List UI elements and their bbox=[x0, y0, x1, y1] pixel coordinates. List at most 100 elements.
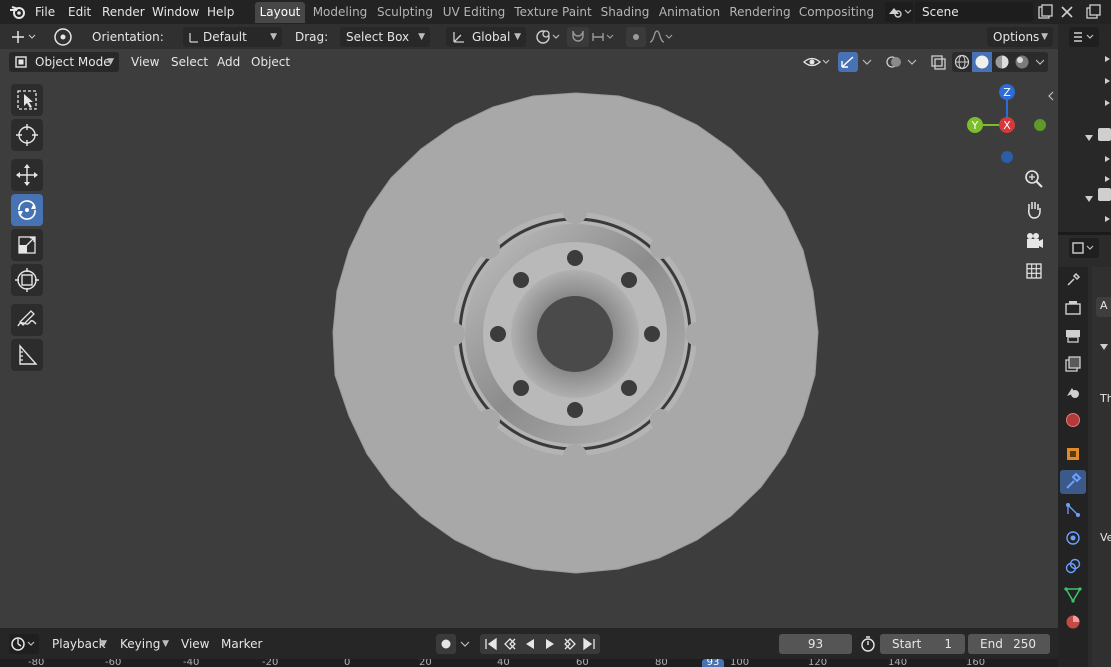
outliner-collapse-icon[interactable] bbox=[1085, 192, 1093, 206]
gizmo-menu-chevron-icon[interactable] bbox=[859, 52, 875, 72]
outliner-expand-icon[interactable] bbox=[1104, 152, 1111, 166]
delete-scene-icon[interactable] bbox=[1058, 3, 1076, 21]
auto-keying-icon[interactable] bbox=[436, 634, 456, 654]
menu-select[interactable]: Select bbox=[171, 52, 208, 72]
transform-pivot-icon[interactable] bbox=[9, 27, 39, 47]
render-tab-icon[interactable] bbox=[1063, 298, 1083, 321]
outliner-expand-icon[interactable] bbox=[1104, 212, 1111, 226]
visibility-eye-icon[interactable] bbox=[802, 52, 832, 72]
perspective-grid-icon[interactable] bbox=[1020, 257, 1048, 285]
timeline-marker-menu[interactable]: Marker bbox=[221, 634, 262, 654]
shading-rendered-icon[interactable] bbox=[1012, 52, 1032, 72]
object-tab-icon[interactable] bbox=[1063, 444, 1083, 467]
collection-icon[interactable] bbox=[1098, 128, 1111, 141]
tab-compositing[interactable]: Compositing bbox=[798, 2, 875, 23]
transform-tool-icon[interactable] bbox=[11, 264, 43, 296]
tab-shading[interactable]: Shading bbox=[598, 2, 652, 23]
overlays-toggle-icon[interactable] bbox=[884, 52, 904, 72]
view-layer-tab-icon[interactable] bbox=[1063, 354, 1083, 377]
playhead-frame-badge[interactable]: 93 bbox=[702, 659, 724, 667]
outliner-editor-type-icon[interactable] bbox=[1069, 27, 1099, 47]
keying-set-chevron-icon[interactable] bbox=[458, 634, 472, 654]
data-tab-icon[interactable] bbox=[1063, 584, 1083, 607]
xray-toggle-icon[interactable] bbox=[928, 52, 948, 72]
material-tab-icon[interactable] bbox=[1063, 612, 1083, 635]
sidebar-toggle-chevron-icon[interactable] bbox=[1046, 89, 1056, 103]
jump-keyframe-back-icon[interactable] bbox=[502, 636, 518, 655]
menu-edit[interactable]: Edit bbox=[68, 3, 91, 21]
properties-editor-type-icon[interactable] bbox=[1069, 238, 1099, 258]
brake-disc-mesh[interactable] bbox=[320, 89, 830, 584]
tool-tab-icon[interactable] bbox=[1063, 270, 1083, 293]
playback-menu[interactable]: Playback ▼ bbox=[46, 634, 112, 654]
overlays-menu-chevron-icon[interactable] bbox=[904, 52, 920, 72]
pivot-point-icon[interactable] bbox=[533, 27, 563, 47]
frame-ruler[interactable]: -80 -60 -40 -20 0 20 40 60 80 93 100 120… bbox=[0, 659, 1058, 667]
move-tool-icon[interactable] bbox=[11, 159, 43, 191]
outliner-expand-icon[interactable] bbox=[1104, 96, 1111, 110]
blender-logo-icon[interactable] bbox=[9, 4, 27, 20]
outliner-collapse-icon[interactable] bbox=[1085, 131, 1093, 145]
tab-texture-paint[interactable]: Texture Paint bbox=[513, 2, 593, 23]
properties-field[interactable]: A bbox=[1096, 297, 1111, 317]
pan-hand-icon[interactable] bbox=[1020, 196, 1048, 224]
menu-help[interactable]: Help bbox=[207, 3, 234, 21]
options-dropdown[interactable]: Options ▼ bbox=[987, 27, 1053, 47]
play-icon[interactable] bbox=[542, 636, 558, 655]
mode-dropdown[interactable]: Object Mode ▼ bbox=[9, 52, 119, 72]
annotate-tool-icon[interactable] bbox=[11, 304, 43, 336]
modifier-tab-icon[interactable] bbox=[1060, 470, 1086, 494]
current-frame-field[interactable]: 93 bbox=[779, 634, 852, 654]
jump-start-icon[interactable] bbox=[483, 636, 499, 655]
outliner-expand-icon[interactable] bbox=[1104, 74, 1111, 88]
shading-material-icon[interactable] bbox=[992, 52, 1012, 72]
transform-space-dropdown[interactable]: Global ▼ bbox=[446, 27, 526, 47]
menu-add[interactable]: Add bbox=[217, 52, 240, 72]
keying-menu[interactable]: Keying ▼ bbox=[114, 634, 174, 654]
start-frame-field[interactable]: Start 1 bbox=[880, 634, 965, 654]
measure-tool-icon[interactable] bbox=[11, 339, 43, 371]
snap-toggle-icon[interactable] bbox=[567, 27, 589, 47]
world-tab-icon[interactable] bbox=[1063, 410, 1083, 433]
tab-sculpting[interactable]: Sculpting bbox=[375, 2, 435, 23]
scene-selector-icon[interactable] bbox=[885, 2, 913, 22]
tab-animation[interactable]: Animation bbox=[657, 2, 722, 23]
particles-tab-icon[interactable] bbox=[1063, 500, 1083, 523]
3d-viewport[interactable]: Object Mode ▼ View Select Add Object Z Y… bbox=[0, 49, 1058, 628]
end-frame-field[interactable]: End 250 bbox=[968, 634, 1050, 654]
scale-tool-icon[interactable] bbox=[11, 229, 43, 261]
jump-end-icon[interactable] bbox=[581, 636, 597, 655]
shading-wireframe-icon[interactable] bbox=[952, 52, 972, 72]
menu-window[interactable]: Window bbox=[152, 3, 199, 21]
rotate-tool-icon[interactable] bbox=[11, 194, 43, 226]
panel-collapse-icon[interactable] bbox=[1100, 340, 1108, 354]
constraints-tab-icon[interactable] bbox=[1063, 556, 1083, 579]
use-preview-range-icon[interactable] bbox=[858, 634, 878, 654]
scene-tab-icon[interactable] bbox=[1063, 382, 1083, 405]
menu-object[interactable]: Object bbox=[251, 52, 290, 72]
orientation-gizmo-icon[interactable] bbox=[50, 26, 76, 48]
scene-name-field[interactable]: Scene bbox=[915, 2, 1033, 22]
zoom-icon[interactable] bbox=[1020, 165, 1048, 193]
jump-keyframe-forward-icon[interactable] bbox=[562, 636, 578, 655]
camera-view-icon[interactable] bbox=[1020, 227, 1048, 255]
outliner-expand-icon[interactable] bbox=[1104, 172, 1111, 186]
new-scene-icon[interactable] bbox=[1036, 3, 1054, 21]
collection-icon[interactable] bbox=[1098, 188, 1111, 201]
select-box-tool-icon[interactable] bbox=[11, 84, 43, 116]
output-tab-icon[interactable] bbox=[1063, 326, 1083, 349]
tab-layout[interactable]: Layout bbox=[255, 2, 305, 23]
view-layer-icon[interactable] bbox=[1084, 3, 1102, 21]
timeline-editor-type-icon[interactable] bbox=[9, 634, 39, 654]
falloff-curve-icon[interactable] bbox=[647, 27, 675, 47]
proportional-edit-icon[interactable] bbox=[626, 27, 646, 47]
physics-tab-icon[interactable] bbox=[1063, 528, 1083, 551]
menu-view[interactable]: View bbox=[131, 52, 159, 72]
menu-render[interactable]: Render bbox=[102, 3, 145, 21]
snap-target-icon[interactable] bbox=[590, 27, 618, 47]
orientation-dropdown[interactable]: Default ▼ bbox=[183, 27, 282, 47]
shading-menu-chevron-icon[interactable] bbox=[1032, 52, 1048, 72]
tab-uv-editing[interactable]: UV Editing bbox=[441, 2, 507, 23]
shading-solid-icon[interactable] bbox=[972, 52, 992, 72]
cursor-tool-icon[interactable] bbox=[11, 119, 43, 151]
